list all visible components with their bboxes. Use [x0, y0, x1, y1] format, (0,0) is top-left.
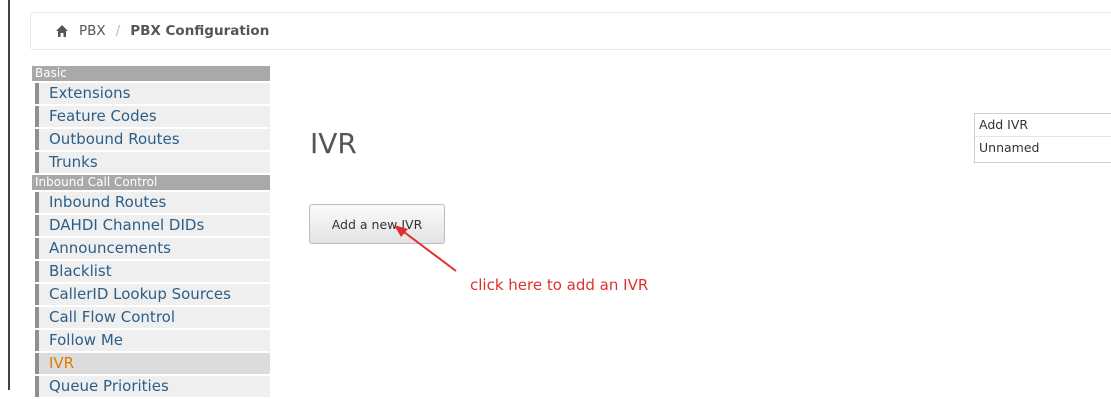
breadcrumb: PBX / PBX Configuration — [30, 12, 1111, 50]
annotation-text: click here to add an IVR — [470, 276, 649, 294]
sidebar-item-follow-me[interactable]: Follow Me — [35, 330, 270, 351]
right-panel-add-ivr[interactable]: Add IVR — [975, 114, 1111, 137]
sidebar-item-announcements[interactable]: Announcements — [35, 238, 270, 259]
sidebar-nav: Basic Extensions Feature Codes Outbound … — [32, 66, 270, 399]
left-border — [8, 0, 10, 390]
breadcrumb-pbx[interactable]: PBX — [79, 23, 106, 39]
sidebar-item-blacklist[interactable]: Blacklist — [35, 261, 270, 282]
annotation-arrow-icon — [394, 225, 457, 272]
sidebar-item-trunks[interactable]: Trunks — [35, 152, 270, 173]
sidebar-item-ivr[interactable]: IVR — [35, 353, 270, 374]
sidebar-item-feature-codes[interactable]: Feature Codes — [35, 106, 270, 127]
breadcrumb-separator: / — [115, 23, 121, 39]
sidebar-item-queue-priorities[interactable]: Queue Priorities — [35, 376, 270, 397]
page-title: IVR — [310, 127, 357, 160]
section-basic-header: Basic — [32, 66, 270, 81]
section-inbound-call-control-header: Inbound Call Control — [32, 175, 270, 190]
breadcrumb-current: PBX Configuration — [130, 23, 270, 39]
sidebar-item-callerid-lookup-sources[interactable]: CallerID Lookup Sources — [35, 284, 270, 305]
right-panel-unnamed[interactable]: Unnamed — [975, 137, 1111, 159]
sidebar-item-call-flow-control[interactable]: Call Flow Control — [35, 307, 270, 328]
sidebar-item-outbound-routes[interactable]: Outbound Routes — [35, 129, 270, 150]
sidebar-item-extensions[interactable]: Extensions — [35, 83, 270, 104]
home-icon[interactable] — [55, 24, 69, 38]
ivr-list-panel: Add IVR Unnamed — [974, 113, 1111, 163]
sidebar-item-dahdi-channel-dids[interactable]: DAHDI Channel DIDs — [35, 215, 270, 236]
sidebar-item-inbound-routes[interactable]: Inbound Routes — [35, 192, 270, 213]
